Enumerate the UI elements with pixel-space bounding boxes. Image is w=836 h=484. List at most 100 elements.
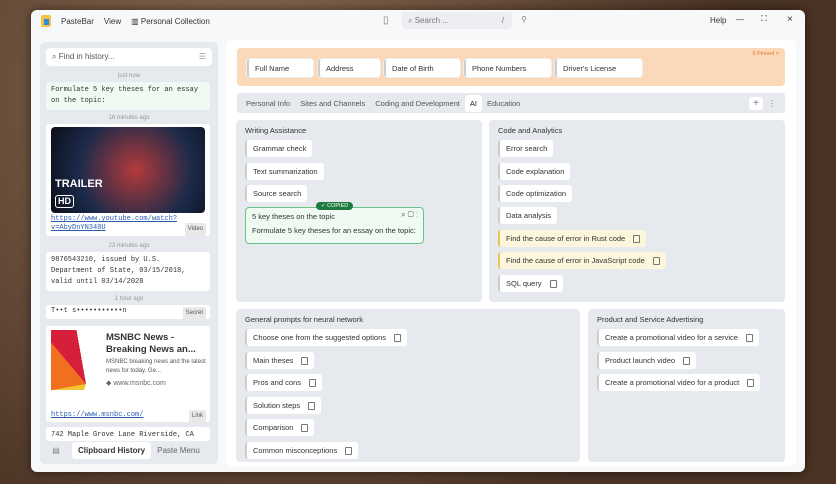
clip-label: Solution steps [253, 401, 301, 410]
paste-menu-tab[interactable]: Paste Menu [157, 446, 200, 455]
clip-label: Choose one from the suggested options [253, 333, 387, 342]
clipboard-history-tab[interactable]: Clipboard History [72, 441, 152, 459]
edit-icon[interactable] [549, 279, 557, 288]
clip-item[interactable]: Choose one from the suggested options [245, 329, 408, 346]
pinned-chip[interactable]: Date of Birth [384, 59, 460, 77]
search-icon[interactable]: ⌕ [401, 210, 405, 219]
history-item[interactable]: 742 Maple Grove Lane Riverside, CA 92501 [46, 427, 210, 441]
history-item[interactable]: Formulate 5 key theses for an essay on t… [46, 82, 210, 110]
edit-icon[interactable] [747, 378, 755, 387]
clip-body: Formulate 5 key theses for an essay on t… [252, 226, 416, 235]
clip-item[interactable]: Pros and cons [245, 374, 322, 391]
board-writing-assistance: Writing Assistance Grammar check Text su… [236, 120, 482, 302]
history-link[interactable]: https://www.youtube.com/watch?v=AbyDnYN3… [51, 215, 181, 233]
panel-toggle-icon[interactable]: ▯ [383, 15, 389, 26]
clip-item[interactable]: Product launch video [597, 352, 697, 369]
clip-label: Comparison [253, 423, 294, 432]
type-tag: Link [188, 410, 206, 423]
clip-item[interactable]: Create a promotional video for a service [597, 329, 759, 346]
timestamp: 1 hour ago [114, 296, 144, 302]
history-text: T••t s•••••••••••n [51, 307, 127, 315]
minimize-button[interactable]: — [736, 15, 744, 24]
add-tab-button[interactable]: + [749, 96, 763, 110]
pinned-count[interactable]: 5 Pinned × [753, 51, 779, 57]
pinned-chip[interactable]: Driver's License [555, 59, 642, 77]
history-item-link[interactable]: MSNBC News - Breaking News an... MSNBC b… [46, 326, 210, 423]
clip-item[interactable]: Solution steps [245, 397, 322, 414]
pinned-chip[interactable]: Full Name [247, 59, 313, 77]
board-title: General prompts for neural network [245, 315, 363, 324]
history-item-secret[interactable]: T••t s•••••••••••n Secret [46, 305, 210, 320]
tab-bar: Personal Info Sites and Channels Coding … [237, 93, 785, 113]
clip-item[interactable]: Comparison [245, 419, 315, 436]
clip-item[interactable]: Source search [245, 185, 308, 202]
clip-label: Common misconceptions [253, 446, 338, 455]
collection-menu[interactable]: ▥ Personal Collection [131, 17, 210, 26]
edit-icon[interactable] [652, 256, 660, 265]
board-title: Writing Assistance [245, 126, 307, 135]
pin-off-icon[interactable]: ⚲ [521, 15, 527, 24]
edit-icon[interactable] [301, 423, 309, 432]
collection-label: Personal Collection [140, 16, 210, 26]
clip-item[interactable]: SQL query [498, 275, 563, 292]
edit-icon[interactable] [308, 401, 316, 410]
filter-icon[interactable]: ☰ [199, 52, 206, 61]
search-shortcut: / [501, 16, 504, 25]
history-text: 9876543210, issued by U.S. Department of… [51, 256, 186, 286]
app-name[interactable]: PasteBar [61, 17, 94, 26]
thumbnail-label: TRAILER [55, 178, 103, 190]
clipboard-history-sidebar: ⌕ Find in history... ☰ just now Formulate… [40, 42, 218, 464]
history-item-video[interactable]: TRAILER HD https://www.youtube.com/watch… [46, 124, 210, 236]
selected-clip[interactable]: ✓ COPIED 5 key theses on the topic ⌕ ▢ ⋮… [245, 202, 424, 244]
video-thumbnail: TRAILER HD [51, 127, 205, 213]
edit-icon[interactable] [394, 333, 402, 342]
thumbnail-badge: HD [55, 195, 74, 208]
history-item[interactable]: 9876543210, issued by U.S. Department of… [46, 252, 210, 291]
clip-item[interactable]: Find the cause of error in JavaScript co… [498, 252, 666, 269]
type-tag: Secret [182, 307, 206, 320]
clip-item[interactable]: Error search [498, 140, 554, 157]
tab-education[interactable]: Education [482, 95, 525, 112]
history-link[interactable]: https://www.msnbc.com/ [51, 410, 143, 421]
clip-item[interactable]: Text summarization [245, 163, 324, 180]
global-search-input[interactable]: ⌕ Search ... / [402, 12, 512, 29]
clip-item[interactable]: Code optimization [498, 185, 573, 202]
clip-item[interactable]: Create a promotional video for a product [597, 374, 761, 391]
clipboard-icon[interactable]: ▤ [46, 446, 66, 455]
help-button[interactable]: Help [710, 16, 726, 25]
view-menu[interactable]: View [104, 17, 121, 26]
clip-item[interactable]: Code explanation [498, 163, 571, 180]
sidebar-footer: ▤ Clipboard History Paste Menu [46, 440, 212, 460]
search-placeholder: Search ... [414, 16, 449, 25]
edit-icon[interactable] [683, 356, 691, 365]
edit-icon[interactable] [345, 446, 353, 455]
clip-item[interactable]: Data analysis [498, 207, 558, 224]
tab-sites-and-channels[interactable]: Sites and Channels [295, 95, 370, 112]
clip-item[interactable]: Common misconceptions [245, 442, 359, 459]
more-options-icon[interactable]: ⋮ [763, 99, 781, 108]
tab-personal-info[interactable]: Personal Info [241, 95, 295, 112]
copy-icon[interactable]: ▢ [408, 210, 414, 219]
link-title: MSNBC News - Breaking News an... [106, 332, 196, 355]
close-button[interactable]: × [787, 14, 793, 25]
history-search-input[interactable]: ⌕ Find in history... ☰ [46, 48, 212, 66]
clip-item[interactable]: Main theses [245, 352, 315, 369]
board-code-and-analytics: Code and Analytics Error search Code exp… [489, 120, 785, 302]
clip-item[interactable]: Grammar check [245, 140, 313, 157]
copied-badge: ✓ COPIED [316, 202, 354, 210]
edit-icon[interactable] [308, 378, 316, 387]
pinned-chip[interactable]: Phone Numbers [464, 59, 551, 77]
more-icon[interactable]: ⋮ [416, 210, 418, 219]
edit-icon[interactable] [633, 234, 641, 243]
clip-item[interactable]: Find the cause of error in Rust code [498, 230, 647, 247]
pinned-chip[interactable]: Address [318, 59, 380, 77]
clip-label: Find the cause of error in Rust code [506, 234, 626, 243]
edit-icon[interactable] [745, 333, 753, 342]
clip-title: 5 key theses on the topic [252, 212, 335, 221]
link-description: MSNBC breaking news and the latest news … [106, 359, 206, 374]
maximize-button[interactable]: ⛶ [761, 14, 767, 24]
clip-label: Product launch video [605, 356, 676, 365]
tab-ai[interactable]: AI [464, 94, 482, 112]
edit-icon[interactable] [301, 356, 309, 365]
tab-coding-and-development[interactable]: Coding and Development [370, 95, 465, 112]
